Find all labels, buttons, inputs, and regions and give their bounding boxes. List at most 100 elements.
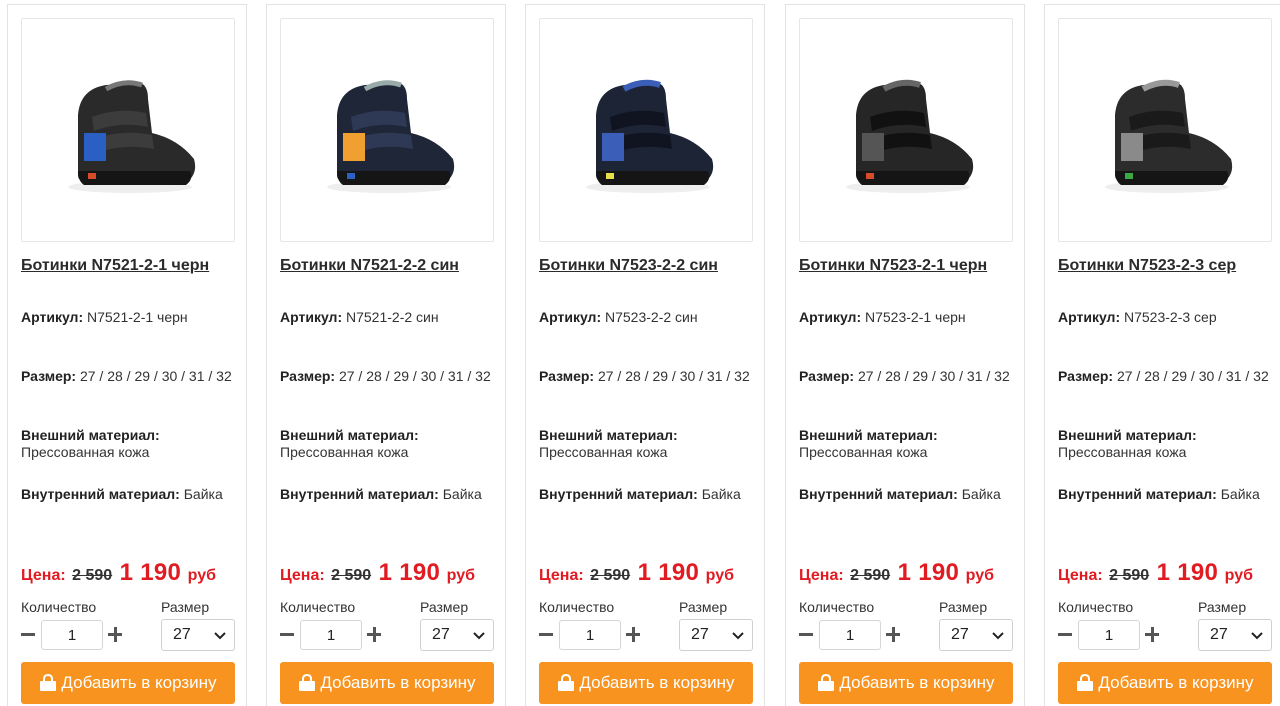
size-select-label: Размер [679, 599, 728, 615]
outer-material-value: Прессованная кожа [280, 444, 409, 460]
minus-icon[interactable] [799, 627, 815, 643]
add-to-cart-button[interactable]: Добавить в корзину [21, 662, 235, 704]
quantity-stepper [539, 620, 649, 652]
sizes-value: 27 / 28 / 29 / 30 / 31 / 32 [79, 368, 232, 384]
size-select[interactable]: 27 [679, 619, 753, 651]
outer-material-label: Внешний материал: [1058, 427, 1197, 443]
minus-icon[interactable] [280, 627, 296, 643]
currency: руб [446, 567, 475, 584]
article-value: N7523-2-3 сер [1124, 309, 1217, 325]
boot-accent2 [866, 173, 874, 179]
article-row: Артикул: N7521-2-1 черн [21, 309, 236, 326]
sizes-value: 27 / 28 / 29 / 30 / 31 / 32 [1116, 368, 1269, 384]
inner-material-row: Внутренний материал: Байка [280, 486, 495, 503]
boot-accent [84, 133, 106, 161]
add-to-cart-label: Добавить в корзину [1098, 673, 1254, 692]
quantity-input[interactable] [41, 620, 103, 650]
outer-material-label: Внешний материал: [539, 427, 678, 443]
product-image[interactable] [280, 18, 494, 242]
inner-material-value: Байка [183, 486, 223, 502]
add-to-cart-button[interactable]: Добавить в корзину [280, 662, 494, 704]
article-row: Артикул: N7523-2-2 син [539, 309, 754, 326]
product-card: Ботинки N7523-2-3 сер Артикул: N7523-2-3… [1044, 4, 1280, 706]
new-price: 1 190 [897, 559, 960, 586]
sizes-row: Размер: 27 / 28 / 29 / 30 / 31 / 32 [1058, 368, 1273, 385]
shopping-bag-icon [40, 674, 57, 691]
add-to-cart-label: Добавить в корзину [320, 673, 476, 692]
minus-icon[interactable] [21, 627, 37, 643]
boot-accent2 [88, 173, 96, 179]
price-label: Цена: [280, 567, 325, 584]
inner-material-row: Внутренний материал: Байка [539, 486, 754, 503]
product-image[interactable] [1058, 18, 1272, 242]
article-row: Артикул: N7521-2-2 син [280, 309, 495, 326]
inner-material-row: Внутренний материал: Байка [21, 486, 236, 503]
product-image[interactable] [799, 18, 1013, 242]
boot-accent [602, 133, 624, 161]
sizes-label: Размер: [1058, 368, 1114, 384]
outer-material-row: Внешний материал: Прессованная кожа [799, 427, 1014, 461]
product-title-link[interactable]: Ботинки N7521-2-2 син [280, 257, 459, 275]
article-value: N7523-2-1 черн [865, 309, 966, 325]
chevron-down-icon [1251, 632, 1263, 640]
plus-icon[interactable] [886, 627, 902, 643]
outer-material-value: Прессованная кожа [799, 444, 928, 460]
new-price: 1 190 [1156, 559, 1219, 586]
size-select[interactable]: 27 [939, 619, 1013, 651]
currency: руб [187, 567, 216, 584]
product-image[interactable] [539, 18, 753, 242]
product-image[interactable] [21, 18, 235, 242]
quantity-input[interactable] [300, 620, 362, 650]
plus-icon[interactable] [108, 627, 124, 643]
product-title-link[interactable]: Ботинки N7521-2-1 черн [21, 257, 209, 275]
sizes-label: Размер: [539, 368, 595, 384]
boot-image [846, 79, 974, 193]
minus-icon[interactable] [1058, 627, 1074, 643]
old-price: 2 590 [1109, 567, 1150, 584]
plus-icon[interactable] [1145, 627, 1161, 643]
quantity-label: Количество [1058, 599, 1134, 615]
quantity-input[interactable] [1078, 620, 1140, 650]
shopping-bag-icon [299, 674, 316, 691]
plus-icon[interactable] [626, 627, 642, 643]
quantity-label: Количество [799, 599, 875, 615]
sizes-value: 27 / 28 / 29 / 30 / 31 / 32 [857, 368, 1010, 384]
boot-image [68, 80, 196, 193]
quantity-input[interactable] [819, 620, 881, 650]
size-select-value: 27 [173, 626, 191, 643]
size-select-label: Размер [1198, 599, 1247, 615]
chevron-down-icon [214, 632, 226, 640]
product-title-link[interactable]: Ботинки N7523-2-1 черн [799, 257, 987, 275]
quantity-input[interactable] [559, 620, 621, 650]
add-to-cart-button[interactable]: Добавить в корзину [1058, 662, 1272, 704]
boot-image [1105, 79, 1233, 193]
product-title-link[interactable]: Ботинки N7523-2-3 сер [1058, 257, 1236, 275]
quantity-stepper [21, 620, 131, 652]
inner-material-value: Байка [442, 486, 482, 502]
size-select[interactable]: 27 [420, 619, 494, 651]
size-select[interactable]: 27 [1198, 619, 1272, 651]
sizes-row: Размер: 27 / 28 / 29 / 30 / 31 / 32 [21, 368, 236, 385]
currency: руб [705, 567, 734, 584]
inner-material-label: Внутренний материал: [539, 486, 698, 502]
product-title-link[interactable]: Ботинки N7523-2-2 син [539, 257, 718, 275]
new-price: 1 190 [637, 559, 700, 586]
boot-image [327, 80, 455, 193]
add-to-cart-button[interactable]: Добавить в корзину [799, 662, 1013, 704]
article-value: N7521-2-1 черн [87, 309, 188, 325]
plus-icon[interactable] [367, 627, 383, 643]
outer-material-value: Прессованная кожа [1058, 444, 1187, 460]
article-row: Артикул: N7523-2-1 черн [799, 309, 1014, 326]
size-select[interactable]: 27 [161, 619, 235, 651]
outer-material-label: Внешний материал: [799, 427, 938, 443]
minus-icon[interactable] [539, 627, 555, 643]
product-card: Ботинки N7523-2-1 черн Артикул: N7523-2-… [785, 4, 1025, 706]
sizes-value: 27 / 28 / 29 / 30 / 31 / 32 [597, 368, 750, 384]
boot-accent [1121, 133, 1143, 161]
size-select-value: 27 [432, 626, 450, 643]
sizes-value: 27 / 28 / 29 / 30 / 31 / 32 [338, 368, 491, 384]
add-to-cart-label: Добавить в корзину [61, 673, 217, 692]
add-to-cart-button[interactable]: Добавить в корзину [539, 662, 753, 704]
add-to-cart-label: Добавить в корзину [579, 673, 735, 692]
size-select-label: Размер [420, 599, 469, 615]
